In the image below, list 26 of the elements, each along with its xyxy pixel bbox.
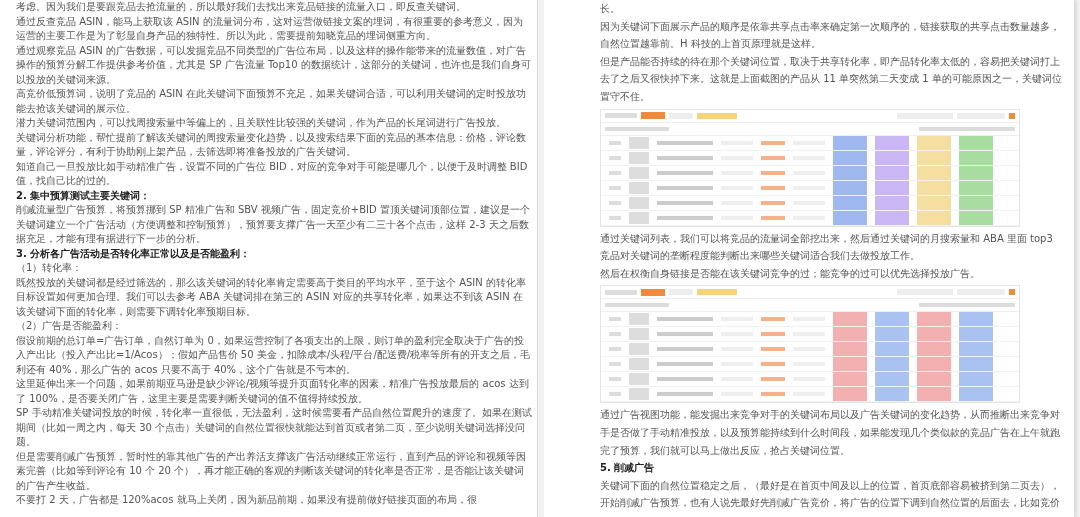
paragraph: 关键词下面的自然位置稳定之后，（最好是在首页中间及以上的位置，首页底部容易被挤到第二页去），开始削减广告预算，也有人说先最好先削减广告竞价，将广告的位置下调到自然位置的后面去，比如竞价 [600,478,1061,511]
section-heading: 3. 分析各广告活动是否转化率正常以及是否能盈利： [16,246,252,261]
paragraph: 但是产品能否持续的待在那个关键词位置，取决于共享转化率，即产品转化率太低的，容易把关键词打上去了之后又很快掉下来。这就是上面截图的产品从 11 单突然第二天变成 1 单的可能原因之一，关键词位置守不住。 [600,54,1062,104]
paragraph: 因为关键词下面展示产品的顺序是依靠共享点击率来确定第一次顺序的，链接获取的共享点击数量越多，自然位置越靠前。H 科技的上首页原理就是这样。 [600,19,1061,52]
paragraph: 通过广告视图功能，能发掘出来竞争对手的关键词布局以及广告关键词的变化趋势，从而推断出来竞争对手是否做了手动精准投放，以及预算能持续到什么时间段，如果能发现几个类似款的竞品广告在上午就跑完了预算，我们就可以马上做出反应，抢占关键词位置。 [600,408,1061,458]
paragraph: 假设前期的总订单=广告订单，自然订单为 0，如果运营控制了各项支出的上限，则订单的盈利完全取决于广告的投入产出比（投入产出比=1/Acos）；假如产品售价 50 美金，扣除成本/头程/平台/配送费/税率等所有的开支之后，毛利还有 40%，那么广告的 acos 只要不高于 40%，这个广告就是不亏本的。 [16,333,532,377]
section-heading: 2. 集中预算测试主要关键词： [16,188,152,203]
paragraph: 这里延伸出来一个问题，如果前期亚马逊是缺少评论/视频等提升页面转化率的因素，精准广告投放最后的 acos 达到了 100%，是否要关闭广告，这里主要是需要判断关键词的值不值得持续投放。 [16,377,530,406]
paragraph: 高竞价低预算词，说明了竞品的 ASIN 在此关键词下面预算不充足，如果关键词合适，可以利用关键词的定时投放功能去抢该关键词的展示位。 [16,87,527,116]
paragraph: 然后在权衡自身链接是否能在该关键词竞争的过；能竞争的过可以优先选择投放广告。 [600,266,981,281]
paragraph: 潜力关键词范围内，可以找周搜索量中等偏上的，且关联性比较强的关键词，作为产品的长尾词进行广告投放。 [16,116,507,130]
paragraph: 削减流量型广告预算，将预算挪到 SP 精准广告和 SBV 视频广告，固定竞价+BID 置顶关键词顶部位置，建议是一个关键词建立一个广告活动（方便调整和控制预算），预算要支撑广告一天至少有二三十各个点击，这样 2-3 天之后数据充足，才能有理有据进行下一步的分析。 [16,203,531,246]
paragraph: SP 手动精准关键词投放的时候，转化率一直很低，无法盈利，这时候需要看产品自然位置爬升的速度了。如果在测试期间（比如一周之内，每天 30 个点击）关键词的自然位置很快就能达到首页或者第二页，至少说明关键词选择没问题。 [16,406,532,449]
paragraph: 既然投放的关键词都是经过筛选的，那么该关键词的转化率肯定需要高于类目的平均水平，至于这个 ASIN 的转化率目标设置如何更加合理。我们可以去参考 ABA 关键词排在第三的 ASIN 对应的共享转化率，如果达不到该 ASIN 在该关键词下面的转化率，则需要下调转化率预期目标。 [16,275,527,319]
paragraph: 通过关键词列表，我们可以将竞品的流量词全部挖出来，然后通过关键词的月搜索量和 ABA 里面 top3 竞品对关键词的垄断程度能判断出来哪些关键词适合我们去做投放工作。 [600,231,1054,264]
paragraph: 通过反查竞品 ASIN，能马上获取该 ASIN 的流量词分布，这对运营做链接文案的埋词，有很重要的参考意义，因为运营的主要工作是为了彰显自身产品的独特性。所以为此，需要提前知晓竞品的埋词侧重方向。 [16,14,524,43]
paragraph: 通过观察竞品 ASIN 的广告数据，可以发掘竞品不同类型的广告位布局，以及这样的操作能带来的流量数值，对广告操作的预算分解工作提供参考价值，尤其是 SP 广告流量 Top10 的数据统计，这部分的关键词，也许也是我们自身可以投放的关键词来源。 [16,43,532,87]
paragraph: （2）广告是否能盈利： [16,319,124,333]
paragraph: 关键词分析功能，帮忙提前了解该关键词的周搜索量变化趋势，以及搜索结果下面的竞品的基本信息：价格，评论数量，评论评分，有利于协助刚上架产品，去筛选即将准备投放的广告关键词。 [16,130,527,159]
paragraph: 但是需要削减广告预算，暂时性的靠其他广告的产出养活支撑该广告活动继续正常运行，直到产品的评论和视频等因素完善（比如等到评论有 10 个 20 个），再才能正确的客观的判断该关键词的转化率是否正常，是否能让该关键词的广告产生收益。 [16,449,527,493]
paragraph: （1）转化率： [16,261,84,275]
paragraph: 知道自己一旦投放比如手动精准广告，设置不同的广告位 BID，对应的竞争对手可能是哪几个，以便于及时调整 BID 值，找自己比的过的。 [16,159,529,188]
section-heading: 5. 削减广告 [600,461,656,476]
paragraph: 长。 [600,2,621,16]
paragraph: 不要打 2 天，广告都是 120%acos 就马上关闭，因为新品前期，如果没有提前做好链接页面的布局，很 [16,493,478,507]
paragraph: 考虑。因为我们是要跟竞品去抢流量的，所以最好我们去找出来竞品链接的流量入口，即反查关键词。 [16,0,467,14]
